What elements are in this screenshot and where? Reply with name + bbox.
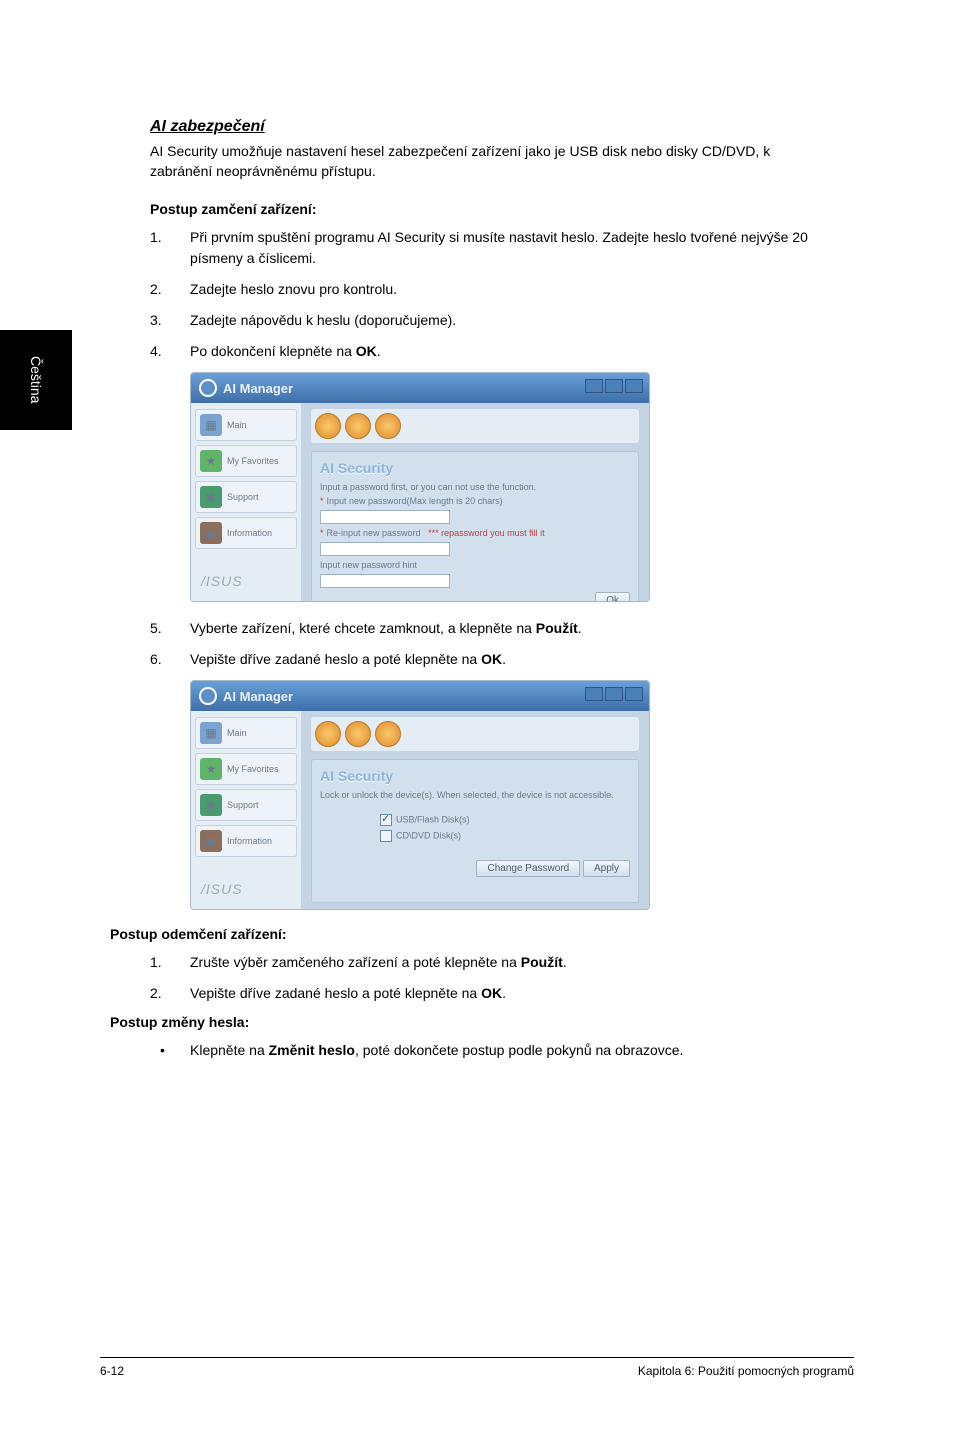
sidebar: ▦Main ★My Favorites ◉Support ▣Informatio…: [191, 403, 301, 602]
support-icon: ◉: [200, 486, 222, 508]
unlock-step-1: 1.Zrušte výběr zamčeného zařízení a poté…: [150, 952, 810, 973]
minimize-button[interactable]: [585, 379, 603, 393]
information-icon: ▣: [200, 830, 222, 852]
password-label: *Input new password(Max length is 20 cha…: [320, 496, 630, 506]
lock-heading: Postup zamčení zařízení:: [150, 201, 810, 217]
step-2: 2.Zadejte heslo znovu pro kontrolu.: [150, 279, 810, 300]
language-tab: Čeština: [0, 330, 72, 430]
unlock-step-2: 2.Vepište dříve zadané heslo a poté klep…: [150, 983, 810, 1004]
sidebar-item-favorites[interactable]: ★My Favorites: [195, 445, 297, 477]
window-buttons: [585, 379, 643, 393]
support-icon: ◉: [200, 794, 222, 816]
hint-label: Input new password hint: [320, 560, 630, 570]
step-3: 3.Zadejte nápovědu k heslu (doporučujeme…: [150, 310, 810, 331]
panel-title: AI Security: [320, 460, 630, 476]
close-button[interactable]: [625, 379, 643, 393]
toolbar-icon-1[interactable]: [315, 721, 341, 747]
section-title: AI zabezpečení: [150, 118, 810, 136]
main-panel: AI Security Lock or unlock the device(s)…: [301, 711, 649, 909]
usb-checkbox-row: USB/Flash Disk(s): [380, 814, 630, 826]
change-password-button[interactable]: Change Password: [476, 860, 580, 877]
lock-steps-5-6: 5.Vyberte zařízení, které chcete zamknou…: [150, 618, 810, 670]
language-label: Čeština: [28, 356, 44, 403]
cddvd-checkbox-row: CD\DVD Disk(s): [380, 830, 630, 842]
window-titlebar: AI Manager: [191, 681, 649, 711]
app-logo-icon: [199, 379, 217, 397]
favorites-icon: ★: [200, 758, 222, 780]
screenshot-device-lock: AI Manager ▦Main ★My Favorites ◉Support …: [190, 680, 650, 910]
close-button[interactable]: [625, 687, 643, 701]
main-icon: ▦: [200, 414, 222, 436]
repassword-row: *Re-input new password *** repassword yo…: [320, 528, 630, 538]
favorites-icon: ★: [200, 450, 222, 472]
repassword-warning: *** repassword you must fill it: [428, 528, 545, 538]
instruction-text: Lock or unlock the device(s). When selec…: [320, 790, 630, 800]
sidebar-item-favorites[interactable]: ★My Favorites: [195, 753, 297, 785]
instruction-text: Input a password first, or you can not u…: [320, 482, 630, 492]
usb-checkbox[interactable]: [380, 814, 392, 826]
password-input[interactable]: [320, 510, 450, 524]
step-6: 6.Vepište dříve zadané heslo a poté klep…: [150, 649, 810, 670]
unlock-heading: Postup odemčení zařízení:: [110, 926, 810, 942]
sidebar-item-main[interactable]: ▦Main: [195, 717, 297, 749]
brand-logo: /ISUS: [195, 553, 297, 595]
app-logo-icon: [199, 687, 217, 705]
hint-input[interactable]: [320, 574, 450, 588]
ok-button[interactable]: Ok: [595, 592, 630, 602]
step-4: 4.Po dokončení klepněte na OK.: [150, 341, 810, 362]
change-step: •Klepněte na Změnit heslo, poté dokončet…: [150, 1040, 810, 1061]
app-title: AI Manager: [223, 381, 293, 396]
sidebar-item-main[interactable]: ▦Main: [195, 409, 297, 441]
unlock-steps: 1.Zrušte výběr zamčeného zařízení a poté…: [150, 952, 810, 1004]
window-buttons: [585, 687, 643, 701]
toolbar: [311, 409, 639, 443]
step-5: 5.Vyberte zařízení, které chcete zamknou…: [150, 618, 810, 639]
sidebar-item-support[interactable]: ◉Support: [195, 789, 297, 821]
sidebar-item-information[interactable]: ▣Information: [195, 517, 297, 549]
sidebar-item-information[interactable]: ▣Information: [195, 825, 297, 857]
toolbar-icon-1[interactable]: [315, 413, 341, 439]
page-footer: 6-12 Kapitola 6: Použití pomocných progr…: [100, 1357, 854, 1378]
main-icon: ▦: [200, 722, 222, 744]
repassword-input[interactable]: [320, 542, 450, 556]
main-panel: AI Security Input a password first, or y…: [301, 403, 649, 602]
lock-steps-1-4: 1.Při prvním spuštění programu AI Securi…: [150, 227, 810, 362]
app-title: AI Manager: [223, 689, 293, 704]
page-number: 6-12: [100, 1364, 124, 1378]
toolbar-icon-3[interactable]: [375, 413, 401, 439]
panel-title: AI Security: [320, 768, 630, 784]
toolbar-icon-2[interactable]: [345, 413, 371, 439]
sidebar-item-support[interactable]: ◉Support: [195, 481, 297, 513]
security-panel: AI Security Input a password first, or y…: [311, 451, 639, 602]
screenshot-password-setup: AI Manager ▦Main ★My Favorites ◉Support …: [190, 372, 650, 602]
maximize-button[interactable]: [605, 687, 623, 701]
toolbar: [311, 717, 639, 751]
minimize-button[interactable]: [585, 687, 603, 701]
step-1: 1.Při prvním spuštění programu AI Securi…: [150, 227, 810, 269]
toolbar-icon-2[interactable]: [345, 721, 371, 747]
toolbar-icon-3[interactable]: [375, 721, 401, 747]
brand-logo: /ISUS: [195, 861, 297, 903]
information-icon: ▣: [200, 522, 222, 544]
cddvd-checkbox[interactable]: [380, 830, 392, 842]
chapter-title: Kapitola 6: Použití pomocných programů: [638, 1364, 854, 1378]
intro-paragraph: AI Security umožňuje nastavení hesel zab…: [150, 142, 810, 181]
sidebar: ▦Main ★My Favorites ◉Support ▣Informatio…: [191, 711, 301, 909]
security-panel: AI Security Lock or unlock the device(s)…: [311, 759, 639, 903]
maximize-button[interactable]: [605, 379, 623, 393]
window-titlebar: AI Manager: [191, 373, 649, 403]
change-steps: •Klepněte na Změnit heslo, poté dokončet…: [150, 1040, 810, 1061]
change-heading: Postup změny hesla:: [110, 1014, 810, 1030]
apply-button[interactable]: Apply: [583, 860, 630, 877]
page-content: AI zabezpečení AI Security umožňuje nast…: [150, 118, 810, 1071]
